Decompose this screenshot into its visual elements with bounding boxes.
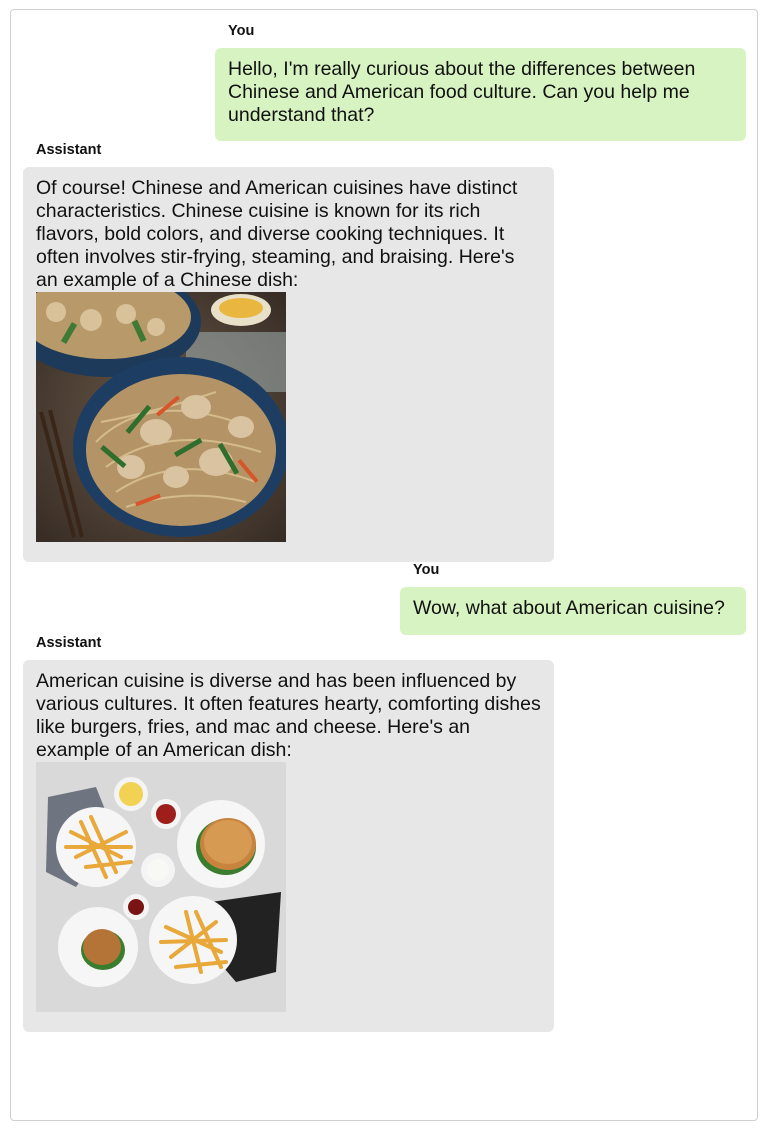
user-message-bubble: Hello, I'm really curious about the diff… — [215, 48, 746, 141]
chinese-noodle-stir-fry-image — [36, 292, 286, 542]
assistant-message-bubble: Of course! Chinese and American cuisines… — [23, 167, 554, 562]
user-message-bubble: Wow, what about American cuisine? — [400, 587, 746, 635]
assistant-message-bubble: American cuisine is diverse and has been… — [23, 660, 554, 1032]
message-text: Wow, what about American cuisine? — [413, 597, 725, 619]
sender-label-assistant: Assistant — [36, 635, 102, 651]
sender-label-user: You — [228, 23, 255, 39]
message-text: Of course! Chinese and American cuisines… — [36, 177, 518, 291]
sender-label-assistant: Assistant — [36, 142, 102, 158]
burgers-and-fries-image — [36, 762, 286, 1012]
message-text: American cuisine is diverse and has been… — [36, 670, 541, 761]
sender-label-user: You — [413, 562, 440, 578]
message-text: Hello, I'm really curious about the diff… — [228, 58, 696, 126]
